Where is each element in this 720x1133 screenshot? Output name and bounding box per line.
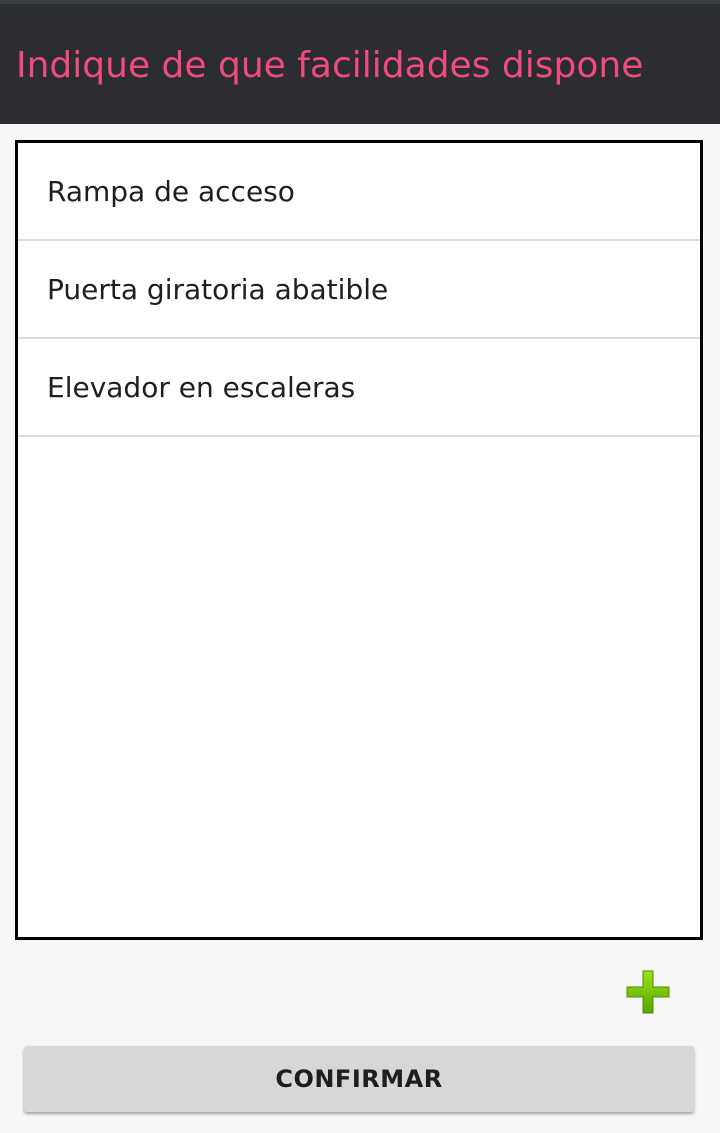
facilities-list: Rampa de acceso Puerta giratoria abatibl…	[15, 140, 703, 940]
list-item-puerta[interactable]: Puerta giratoria abatible	[18, 241, 700, 339]
page-title: Indique de que facilidades dispone	[16, 45, 644, 86]
list-item-label: Elevador en escaleras	[47, 370, 356, 404]
add-item-button[interactable]	[624, 968, 672, 1016]
confirm-button[interactable]: CONFIRMAR	[24, 1046, 694, 1112]
list-item-rampa[interactable]: Rampa de acceso	[18, 143, 700, 241]
list-item-elevador[interactable]: Elevador en escaleras	[18, 339, 700, 437]
app-header: Indique de que facilidades dispone	[0, 4, 720, 124]
list-item-label: Puerta giratoria abatible	[47, 272, 389, 306]
list-item-label: Rampa de acceso	[47, 174, 295, 208]
plus-icon	[626, 970, 670, 1014]
